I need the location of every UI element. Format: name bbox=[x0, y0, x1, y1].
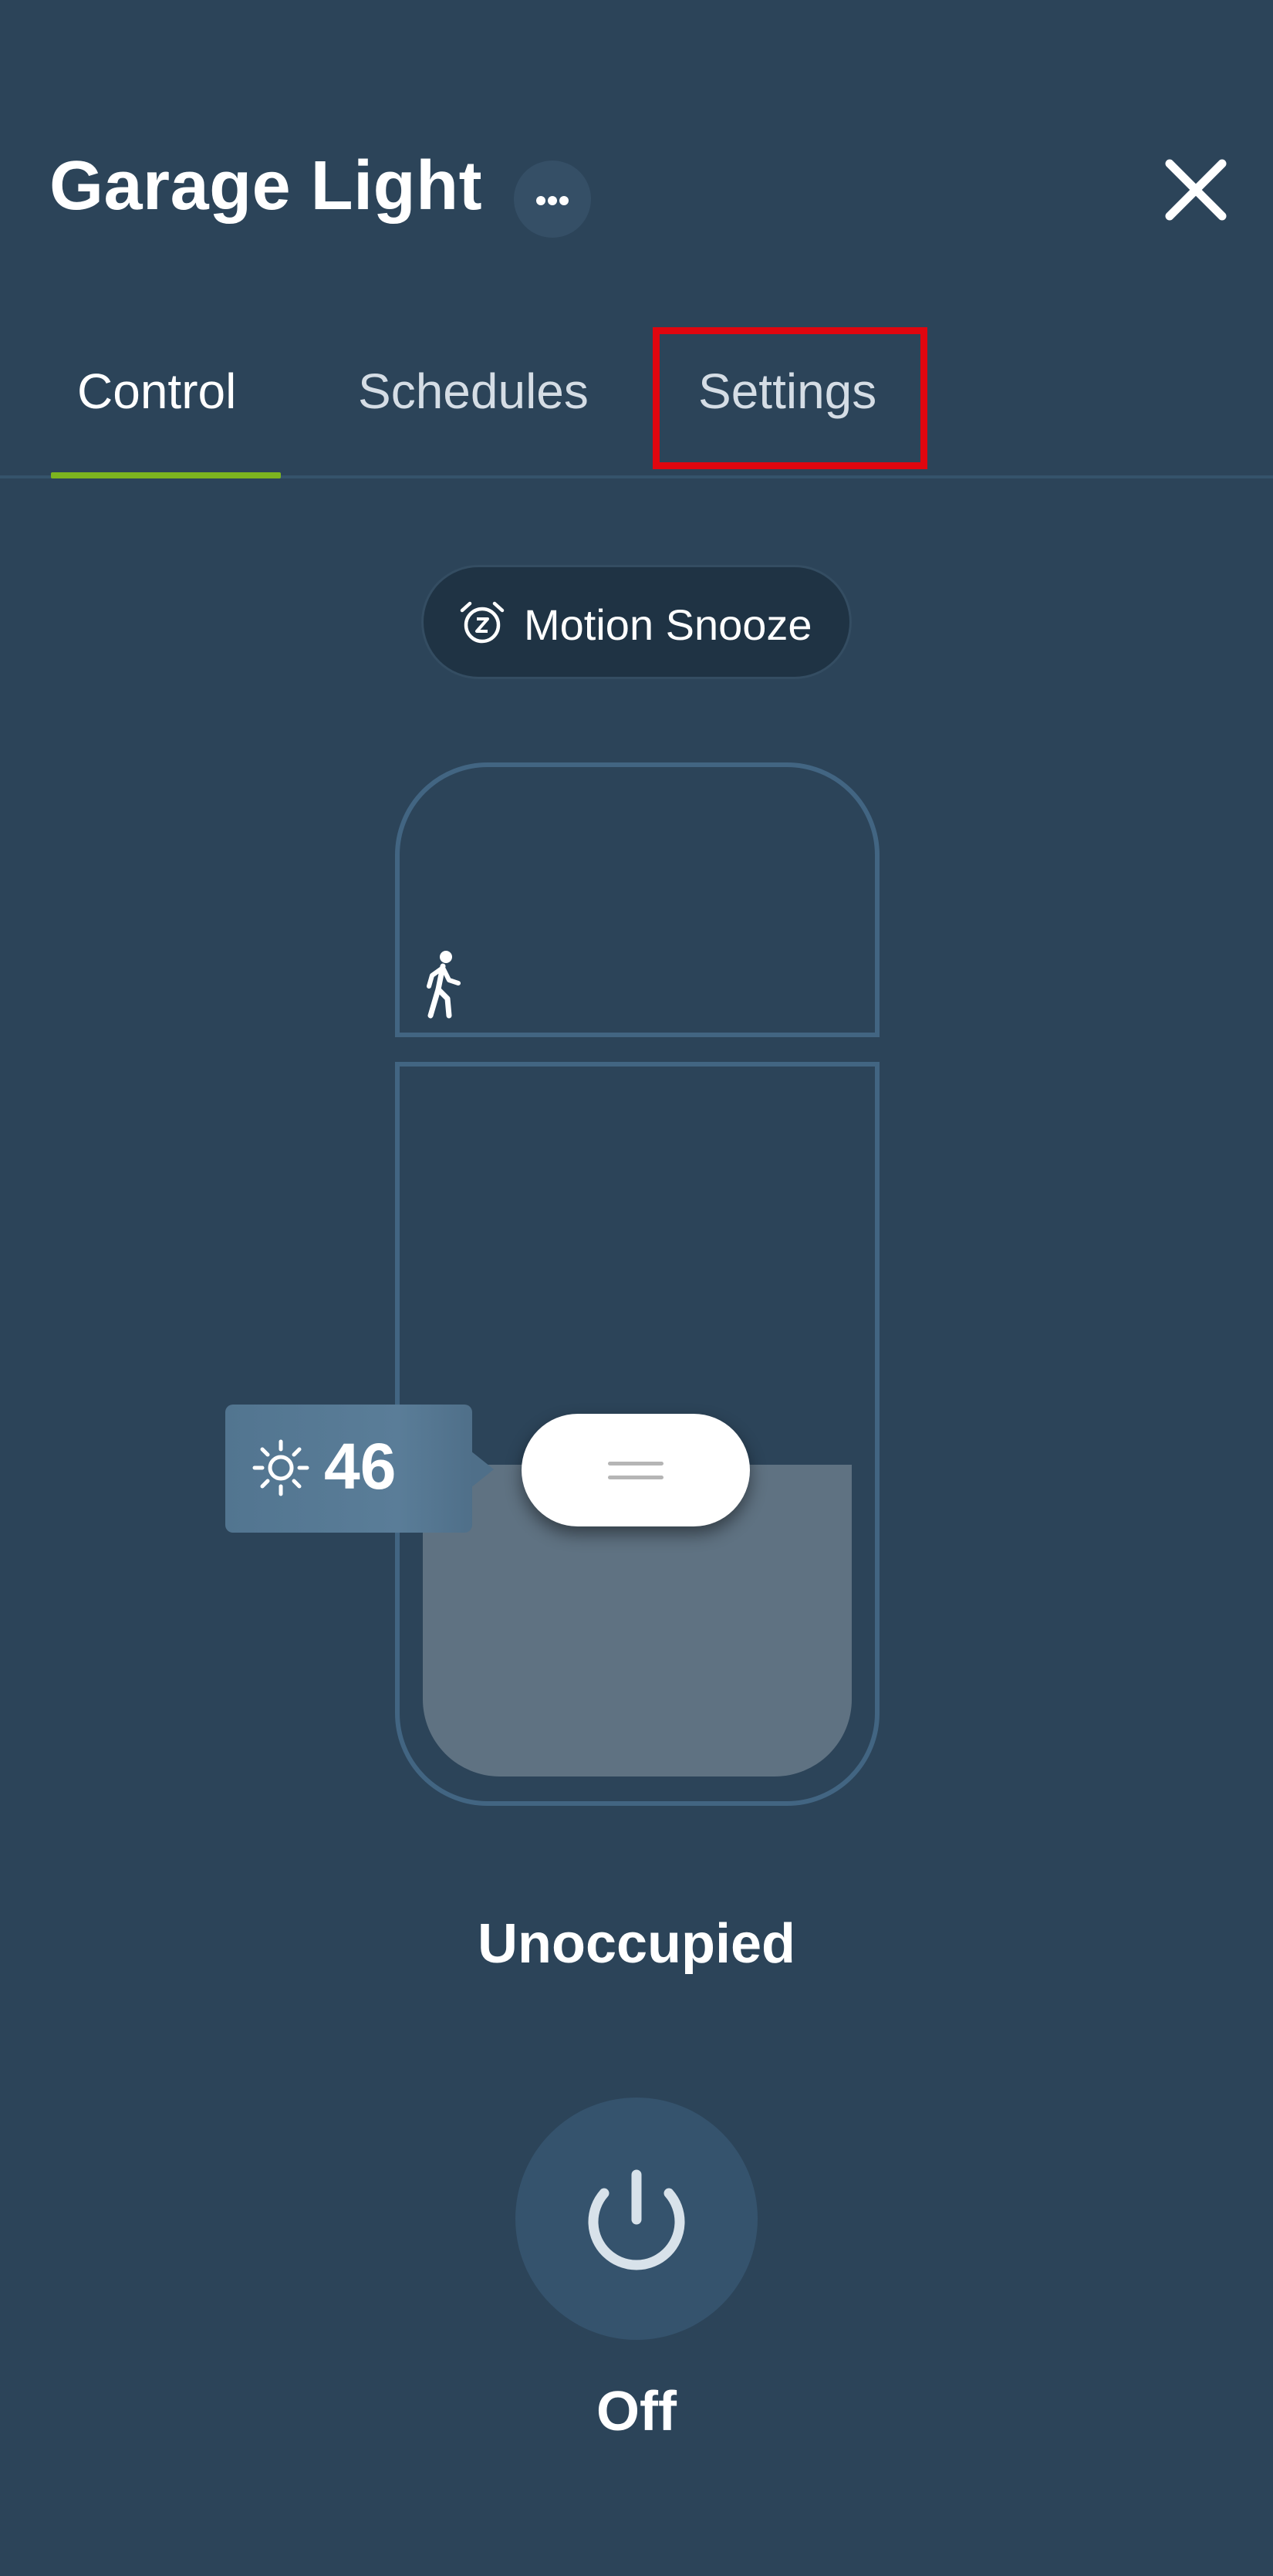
power-button[interactable] bbox=[515, 2098, 758, 2340]
page-title: Garage Light bbox=[49, 147, 483, 225]
handle-grip-line bbox=[608, 1462, 664, 1465]
power-state-label: Off bbox=[596, 2381, 677, 2442]
handle-grip-line bbox=[608, 1476, 664, 1479]
brightness-slider-handle[interactable] bbox=[522, 1414, 750, 1526]
alarm-clock-snooze-icon bbox=[460, 601, 505, 644]
badge-pointer bbox=[471, 1451, 494, 1488]
power-icon bbox=[588, 2169, 685, 2270]
settings-highlight-box bbox=[653, 327, 927, 469]
tab-schedules[interactable]: Schedules bbox=[358, 363, 589, 420]
sun-icon bbox=[252, 1439, 309, 1496]
walking-person-icon bbox=[427, 951, 461, 1019]
motion-snooze-label: Motion Snooze bbox=[524, 600, 812, 649]
motion-snooze-button[interactable]: Motion Snooze bbox=[421, 565, 852, 679]
occupancy-status: Unoccupied bbox=[477, 1913, 796, 1975]
ellipsis-icon bbox=[536, 196, 569, 205]
motion-zone[interactable] bbox=[395, 762, 880, 1037]
brightness-value: 46 bbox=[324, 1430, 397, 1503]
more-options-button[interactable] bbox=[514, 161, 591, 238]
close-icon bbox=[1165, 159, 1227, 221]
tab-control[interactable]: Control bbox=[77, 363, 236, 420]
active-tab-indicator bbox=[51, 472, 281, 478]
close-button[interactable] bbox=[1157, 154, 1234, 232]
brightness-badge: 46 bbox=[225, 1405, 472, 1533]
